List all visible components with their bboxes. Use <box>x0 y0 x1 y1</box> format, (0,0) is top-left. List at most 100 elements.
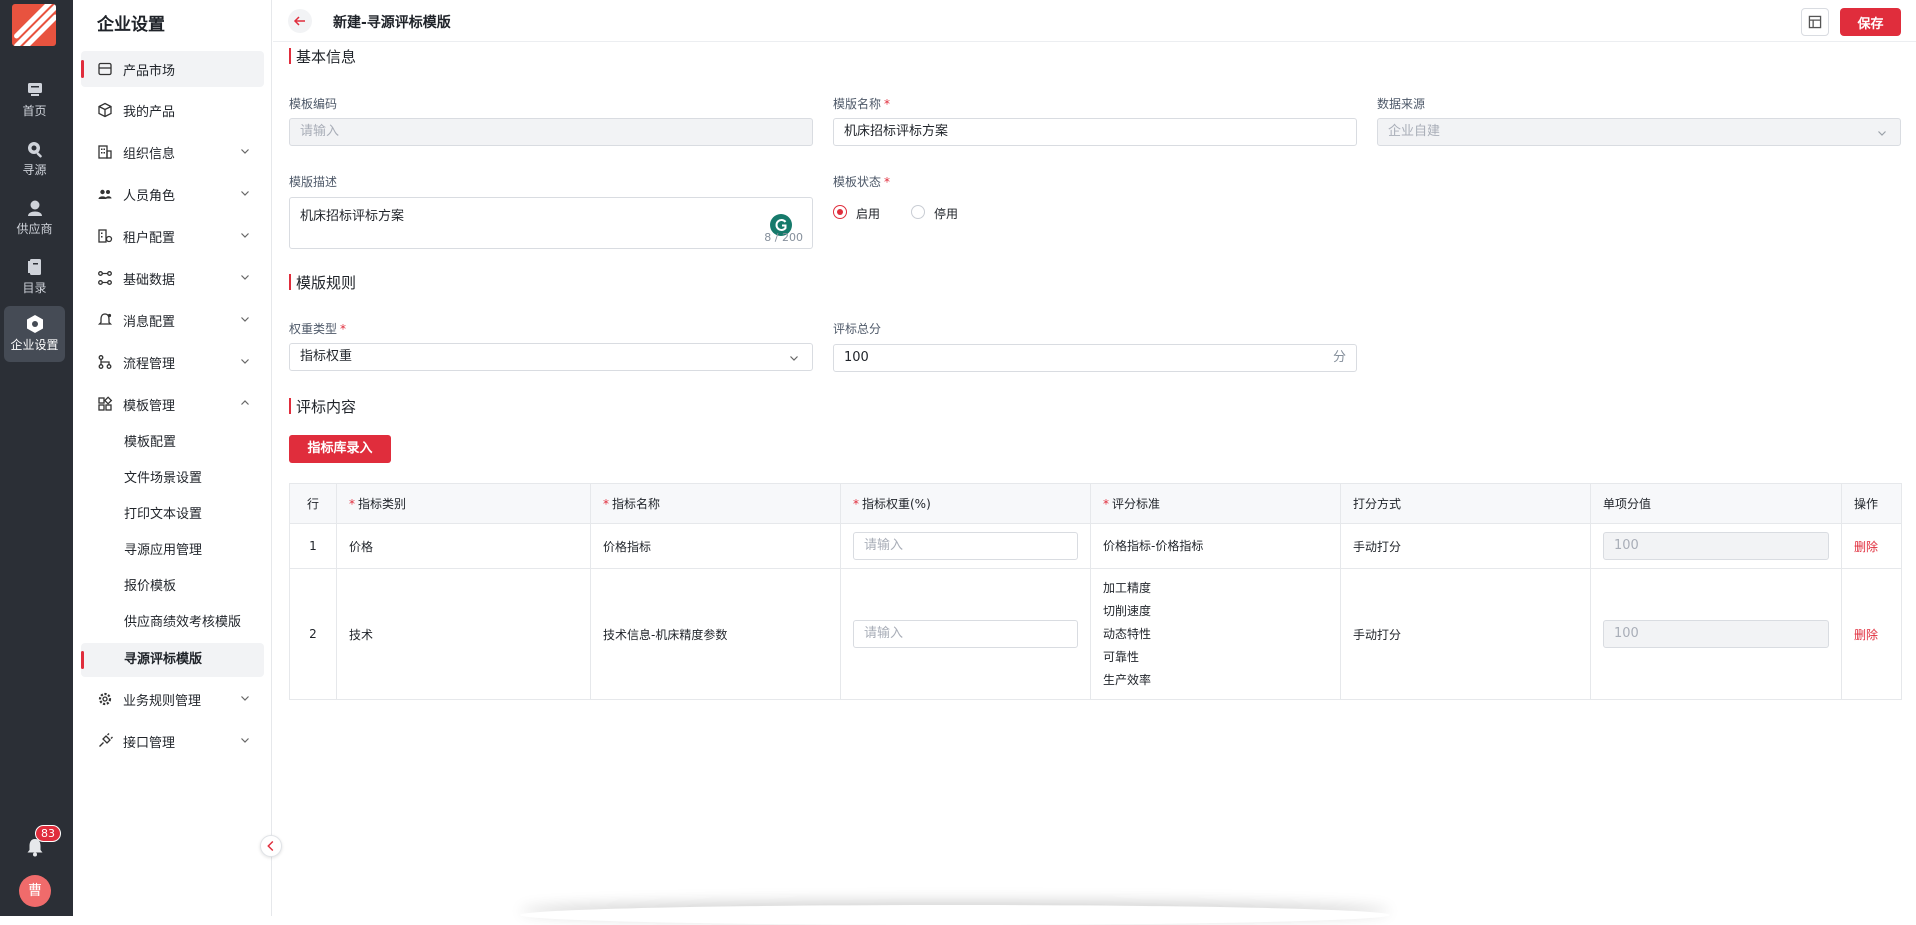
sidebar-subitem-print-text-settings[interactable]: 打印文本设置 <box>81 498 264 532</box>
rail-item-sourcing[interactable]: 寻源 <box>4 131 65 187</box>
total-score-input[interactable]: 100 分 <box>833 344 1357 372</box>
column-header-category: * 指标类别 <box>336 483 591 524</box>
notification-count-badge: 83 <box>35 825 61 842</box>
sidebar-item-label: 消息配置 <box>123 314 176 330</box>
sidebar-subitem-sourcing-evaluation-template[interactable]: 寻源评标模版 <box>81 643 264 677</box>
template-description-label: 模版描述 <box>289 175 338 189</box>
rail-item-catalog[interactable]: 目录 <box>4 249 65 305</box>
section-title-basic-info: 基本信息 <box>289 46 356 67</box>
rail-label-supplier: 供应商 <box>16 222 53 236</box>
sidebar-subitem-template-config[interactable]: 模板配置 <box>81 426 264 460</box>
message-bell-icon <box>97 313 113 325</box>
bottom-panel-shadow <box>520 905 1390 925</box>
item-score-input: 100 <box>1603 620 1829 648</box>
store-icon <box>98 62 112 76</box>
template-description-text: 机床招标评标方案 <box>300 209 405 224</box>
cell-row-number: 1 <box>289 523 337 569</box>
template-code-label: 模板编码 <box>289 97 338 111</box>
sidebar-item-label: 人员角色 <box>123 188 176 204</box>
sidebar-item-product-market[interactable]: 产品市场 <box>81 51 264 87</box>
chevron-down-icon <box>1878 131 1886 136</box>
import-from-indicator-library-button[interactable]: 指标库录入 <box>289 435 391 463</box>
column-header-weight: * 指标权重(%) <box>840 483 1091 524</box>
sidebar-item-people-roles[interactable]: 人员角色 <box>81 176 264 212</box>
sidebar-subitem-quote-template[interactable]: 报价模板 <box>81 570 264 604</box>
data-source-label: 数据来源 <box>1377 97 1426 111</box>
rail-label-sourcing: 寻源 <box>22 163 47 177</box>
flow-icon <box>98 355 112 369</box>
sidebar-subitem-file-scene-settings[interactable]: 文件场景设置 <box>81 462 264 496</box>
cell-indicator-name: 价格指标 <box>590 523 841 569</box>
criteria-line: 生产效率 <box>1103 672 1152 687</box>
status-radio-enabled[interactable] <box>833 205 847 219</box>
sidebar-subitem-sourcing-app-management[interactable]: 寻源应用管理 <box>81 534 264 568</box>
status-radio-disabled-label[interactable]: 停用 <box>934 205 958 222</box>
item-score-input: 100 <box>1603 532 1829 560</box>
cell-scoring-method: 手动打分 <box>1340 568 1591 700</box>
gear-icon <box>98 692 112 706</box>
sidebar: 企业设置 产品市场 我的产品 组织信息 人员角色 租户配置 基础数据 消息配置 … <box>73 0 272 916</box>
sidebar-item-label: 基础数据 <box>123 272 176 288</box>
column-header-row: 行 <box>289 483 337 524</box>
sidebar-item-basic-data[interactable]: 基础数据 <box>81 260 264 296</box>
sidebar-item-label: 模板管理 <box>123 398 176 414</box>
sidebar-item-org-info[interactable]: 组织信息 <box>81 134 264 170</box>
chevron-down-icon <box>241 191 249 196</box>
template-code-input[interactable]: 请输入 <box>289 118 813 146</box>
rail-item-home[interactable]: 首页 <box>4 72 65 128</box>
weight-type-select[interactable]: 指标权重 <box>289 343 813 371</box>
status-radio-disabled[interactable] <box>911 205 925 219</box>
section-title-evaluation-content: 评标内容 <box>289 396 356 417</box>
layout-toggle-icon[interactable] <box>1801 8 1829 36</box>
sidebar-item-tenant-config[interactable]: 租户配置 <box>81 218 264 254</box>
criteria-line: 可靠性 <box>1103 649 1140 664</box>
table-row: 2 技术 技术信息-机床精度参数 请输入 加工精度 切削速度 动态特性 可靠性 … <box>289 568 1902 700</box>
template-name-input[interactable]: 机床招标评标方案 <box>833 118 1357 146</box>
description-char-counter: 8 / 200 <box>764 231 803 244</box>
plug-icon <box>99 733 113 747</box>
data-source-select[interactable]: 企业自建 <box>1377 118 1901 146</box>
sidebar-subitem-supplier-performance-template[interactable]: 供应商绩效考核模版 <box>81 606 264 640</box>
total-score-unit: 分 <box>1332 350 1346 365</box>
criteria-line: 切削速度 <box>1103 603 1152 618</box>
delete-row-link[interactable]: 删除 <box>1854 540 1878 554</box>
sidebar-item-label: 业务规则管理 <box>123 693 202 709</box>
column-header-criteria: * 评分标准 <box>1090 483 1341 524</box>
rail-label-enterprise-settings: 企业设置 <box>10 338 59 352</box>
chevron-down-icon <box>241 149 249 154</box>
sidebar-item-interface-management[interactable]: 接口管理 <box>81 723 264 759</box>
enterprise-settings-icon <box>26 315 43 333</box>
sidebar-item-my-products[interactable]: 我的产品 <box>81 92 264 128</box>
user-avatar[interactable]: 曹 <box>19 875 51 907</box>
template-name-label: 模版名称 * <box>833 97 891 111</box>
column-header-item-score: 单项分值 <box>1590 483 1842 524</box>
column-header-name: * 指标名称 <box>590 483 841 524</box>
template-description-textarea[interactable]: 机床招标评标方案 8 / 200 <box>289 197 813 249</box>
table-row: 1 价格 价格指标 请输入 价格指标-价格指标 手动打分 100 删除 <box>289 523 1902 569</box>
home-icon <box>27 83 42 96</box>
weight-input[interactable]: 请输入 <box>853 620 1078 648</box>
sidebar-item-business-rules[interactable]: 业务规则管理 <box>81 681 264 717</box>
sidebar-item-label: 产品市场 <box>123 63 176 79</box>
rail-item-enterprise-settings[interactable]: 企业设置 <box>4 306 65 362</box>
tenant-icon <box>98 229 113 243</box>
chevron-down-icon <box>241 317 249 322</box>
building-icon <box>98 145 112 159</box>
back-arrow-icon[interactable] <box>288 9 312 33</box>
rail-item-supplier[interactable]: 供应商 <box>4 190 65 246</box>
sidebar-item-template-management[interactable]: 模板管理 <box>81 386 264 422</box>
cell-weight: 请输入 <box>840 568 1091 700</box>
status-radio-enabled-label[interactable]: 启用 <box>856 205 880 222</box>
delete-row-link[interactable]: 删除 <box>1854 628 1878 642</box>
weight-input[interactable]: 请输入 <box>853 532 1078 560</box>
sidebar-item-message-config[interactable]: 消息配置 <box>81 302 264 338</box>
sidebar-title: 企业设置 <box>97 15 165 35</box>
cell-scoring-method: 手动打分 <box>1340 523 1591 569</box>
save-button[interactable]: 保存 <box>1840 8 1901 36</box>
cell-indicator-name: 技术信息-机床精度参数 <box>590 568 841 700</box>
sidebar-item-flow-management[interactable]: 流程管理 <box>81 344 264 380</box>
sidebar-item-label: 流程管理 <box>123 356 176 372</box>
app-logo[interactable] <box>12 4 56 46</box>
app-rail: 首页 寻源 供应商 目录 企业设置 83 曹 <box>0 0 73 916</box>
collapse-sidebar-icon[interactable] <box>260 835 282 857</box>
